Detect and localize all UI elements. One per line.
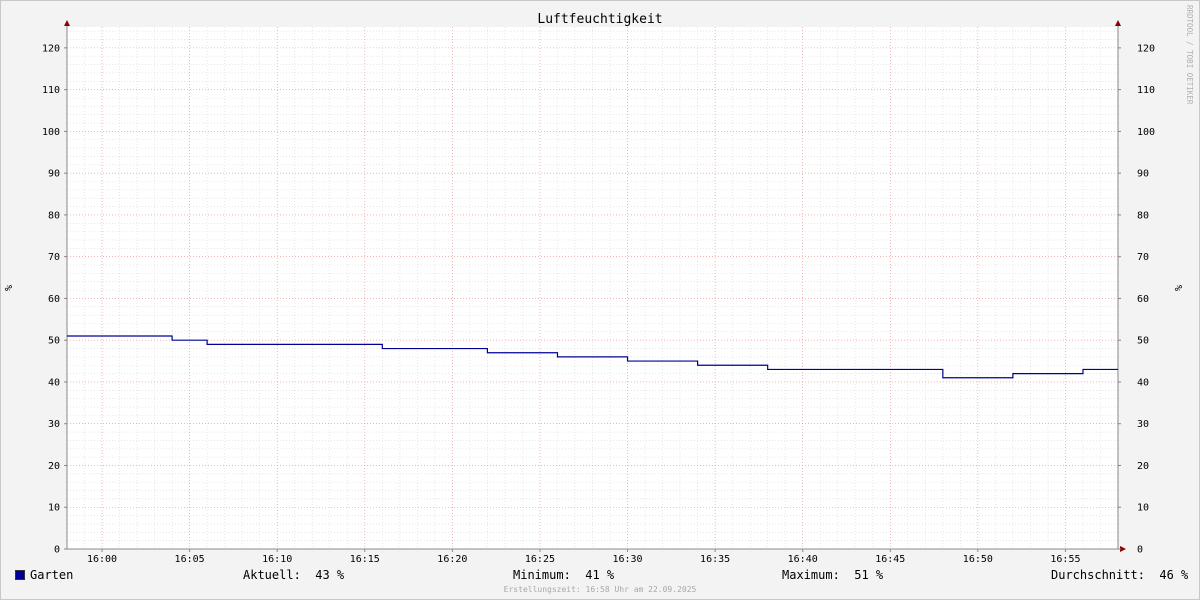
chart-title: Luftfeuchtigkeit	[537, 12, 662, 27]
x-tick-label: 16:05	[175, 554, 205, 565]
x-tick-label: 16:25	[525, 554, 555, 565]
y-tick-label-left: 100	[42, 127, 60, 138]
humidity-chart: 0 0 10 10 20 20 30 30 40 40 50 50 60 60 70 70 80 80 90 90 10…	[4, 5, 1194, 565]
x-tick-label: 16:35	[700, 554, 730, 565]
x-tick-label: 16:55	[1050, 554, 1080, 565]
y-tick-label-right: 10	[1137, 503, 1149, 514]
y-tick-label-left: 50	[48, 336, 60, 347]
y-tick-label-right: 100	[1137, 127, 1155, 138]
y-tick-label-right: 40	[1137, 377, 1149, 388]
watermark: RRDTOOL / TOBI OETIKER	[1185, 5, 1194, 105]
y-axis-label-left: %	[4, 285, 15, 291]
footer-timestamp: Erstellungszeit: 16:58 Uhr am 22.09.2025	[503, 585, 697, 594]
y-tick-label-right: 20	[1137, 461, 1149, 472]
y-tick-label-left: 40	[48, 377, 60, 388]
y-tick-label-right: 60	[1137, 294, 1149, 305]
legend-series-name: Garten	[30, 568, 74, 582]
y-tick-label-right: 90	[1137, 169, 1149, 180]
legend-average: Durchschnitt: 46 %	[1051, 568, 1189, 582]
y-tick-label-left: 70	[48, 252, 60, 263]
y-axis-label-right: %	[1174, 285, 1185, 291]
legend-maximum: Maximum: 51 %	[782, 568, 884, 582]
x-tick-label: 16:30	[612, 554, 642, 565]
y-tick-label-left: 10	[48, 503, 60, 514]
y-tick-label-left: 80	[48, 210, 60, 221]
y-tick-label-left: 110	[42, 85, 60, 96]
y-tick-label-left: 120	[42, 43, 60, 54]
x-tick-label: 16:10	[262, 554, 292, 565]
legend-current: Aktuell: 43 %	[243, 568, 345, 582]
y-tick-label-right: 30	[1137, 419, 1149, 430]
y-tick-label-left: 60	[48, 294, 60, 305]
legend-minimum: Minimum: 41 %	[513, 568, 615, 582]
legend-swatch-garten	[15, 570, 25, 580]
y-tick-label-right: 70	[1137, 252, 1149, 263]
y-axis-arrow-left	[64, 20, 70, 26]
chart-grid	[67, 27, 1118, 549]
x-tick-label: 16:00	[87, 554, 117, 565]
y-tick-label-left: 20	[48, 461, 60, 472]
x-tick-label: 16:40	[788, 554, 818, 565]
y-tick-label-right: 120	[1137, 43, 1155, 54]
y-tick-label-right: 80	[1137, 210, 1149, 221]
x-tick-label: 16:15	[350, 554, 380, 565]
y-tick-label-left: 90	[48, 169, 60, 180]
y-tick-label-left: 0	[54, 545, 60, 556]
y-tick-label-left: 30	[48, 419, 60, 430]
x-tick-label: 16:45	[875, 554, 905, 565]
x-tick-label: 16:20	[437, 554, 467, 565]
y-tick-label-right: 110	[1137, 85, 1155, 96]
x-tick-label: 16:50	[963, 554, 993, 565]
y-axis-arrow-right	[1115, 20, 1121, 26]
y-tick-label-right: 0	[1137, 545, 1143, 556]
y-tick-label-right: 50	[1137, 336, 1149, 347]
